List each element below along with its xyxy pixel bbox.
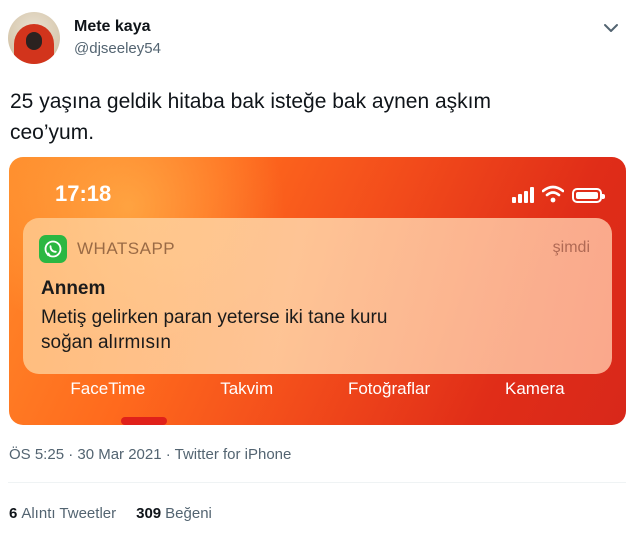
dock-label-facetime: FaceTime	[70, 379, 146, 398]
notification-sender: Annem	[41, 278, 106, 299]
whatsapp-icon	[39, 235, 67, 263]
notification-app-name: WHATSAPP	[77, 239, 176, 258]
likes-count: 309	[136, 505, 162, 522]
author-handle[interactable]: @djseeley54	[74, 40, 161, 57]
quote-tweets-link[interactable]: 6 Alıntı Tweetler	[9, 505, 116, 522]
tweet-timestamp[interactable]: ÖS 5:25 · 30 Mar 2021 · Twitter for iPho…	[9, 446, 291, 463]
signal-icon	[512, 187, 534, 203]
avatar[interactable]	[8, 12, 60, 64]
whatsapp-notification[interactable]: WHATSAPP şimdi Annem Metiş gelirken para…	[23, 218, 612, 374]
chevron-down-icon[interactable]	[599, 16, 623, 40]
wifi-icon	[542, 185, 564, 203]
notification-message: Metiş gelirken paran yeterse iki tane ku…	[41, 305, 481, 355]
quote-label: Alıntı Tweetler	[21, 505, 117, 522]
phone-dock-labels: FaceTime Takvim Fotoğraflar Kamera	[9, 379, 626, 399]
avatar-face	[26, 32, 42, 50]
notification-time: şimdi	[552, 239, 590, 256]
notification-message-line: soğan alırmısın	[41, 332, 171, 353]
tweet-text: 25 yaşına geldik hitaba bak isteğe bak a…	[10, 86, 610, 148]
tweet-text-line: 25 yaşına geldik hitaba bak isteğe bak a…	[10, 90, 491, 113]
tweet-stats: 6 Alıntı Tweetler 309 Beğeni	[9, 505, 212, 522]
phone-status-bar	[512, 183, 605, 203]
tweet-text-line: ceo’yum.	[10, 121, 95, 144]
author-name[interactable]: Mete kaya	[74, 18, 151, 36]
dock-label-kamera: Kamera	[505, 379, 565, 398]
dock-label-fotograflar: Fotoğraflar	[347, 379, 431, 398]
phone-clock: 17:18	[55, 181, 112, 206]
divider	[8, 482, 626, 483]
tweet-header: Mete kaya @djseeley54	[8, 12, 627, 68]
quote-count: 6	[9, 505, 18, 522]
tweet-media-image[interactable]: 17:18 WHATSAPP şimdi Annem Metiş gelirke…	[9, 157, 626, 425]
battery-icon	[572, 188, 605, 203]
likes-link[interactable]: 309 Beğeni	[136, 505, 212, 522]
likes-label: Beğeni	[165, 505, 212, 522]
dock-label-takvim: Takvim	[220, 379, 274, 398]
notification-message-line: Metiş gelirken paran yeterse iki tane ku…	[41, 307, 388, 328]
phone-app-icon-edge	[121, 417, 167, 425]
